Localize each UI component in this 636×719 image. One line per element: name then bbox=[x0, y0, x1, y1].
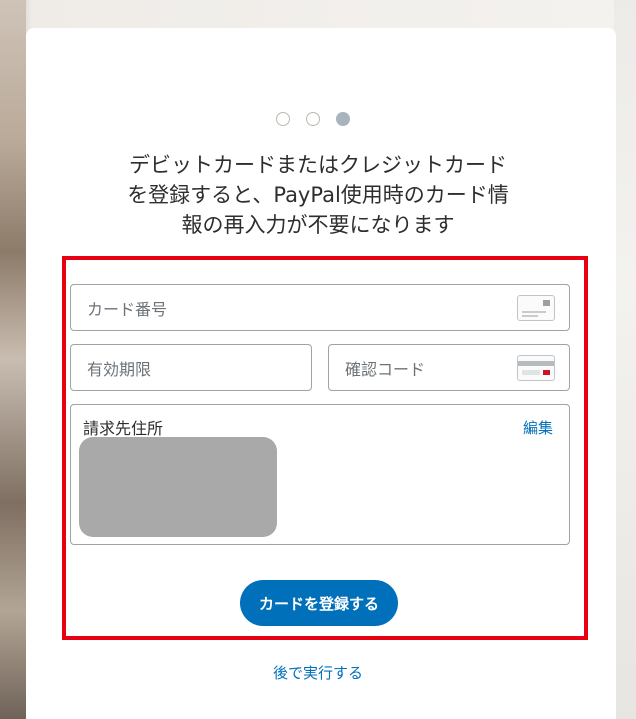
progress-dot-2 bbox=[306, 112, 320, 126]
background-right-edge bbox=[614, 0, 636, 719]
page-headline: デビットカードまたはクレジットカード を登録すると、PayPal使用時のカード情… bbox=[60, 150, 576, 240]
headline-line-3: 報の再入力が不要になります bbox=[181, 213, 455, 237]
expiry-field[interactable]: 有効期限 bbox=[70, 344, 312, 391]
expiry-placeholder: 有効期限 bbox=[87, 359, 152, 379]
cvv-placeholder: 確認コード bbox=[345, 359, 426, 379]
billing-address-box: 請求先住所 編集 bbox=[70, 404, 570, 545]
redacted-address bbox=[79, 437, 277, 537]
cvv-field[interactable]: 確認コード bbox=[328, 344, 570, 391]
progress-dots bbox=[276, 112, 350, 126]
background-left-edge bbox=[0, 0, 26, 719]
card-number-placeholder: カード番号 bbox=[87, 299, 168, 319]
billing-address-label: 請求先住所 bbox=[83, 419, 164, 438]
headline-line-1: デビットカードまたはクレジットカード bbox=[129, 153, 507, 177]
credit-card-back-icon bbox=[517, 354, 555, 381]
progress-dot-3-active bbox=[336, 112, 350, 126]
edit-address-link[interactable]: 編集 bbox=[523, 417, 553, 438]
progress-dot-1 bbox=[276, 112, 290, 126]
do-later-link[interactable]: 後で実行する bbox=[0, 662, 636, 683]
credit-card-front-icon bbox=[517, 294, 555, 321]
register-card-button[interactable]: カードを登録する bbox=[240, 580, 398, 626]
card-number-field[interactable]: カード番号 bbox=[70, 284, 570, 331]
headline-line-2: を登録すると、PayPal使用時のカード情 bbox=[127, 183, 509, 207]
